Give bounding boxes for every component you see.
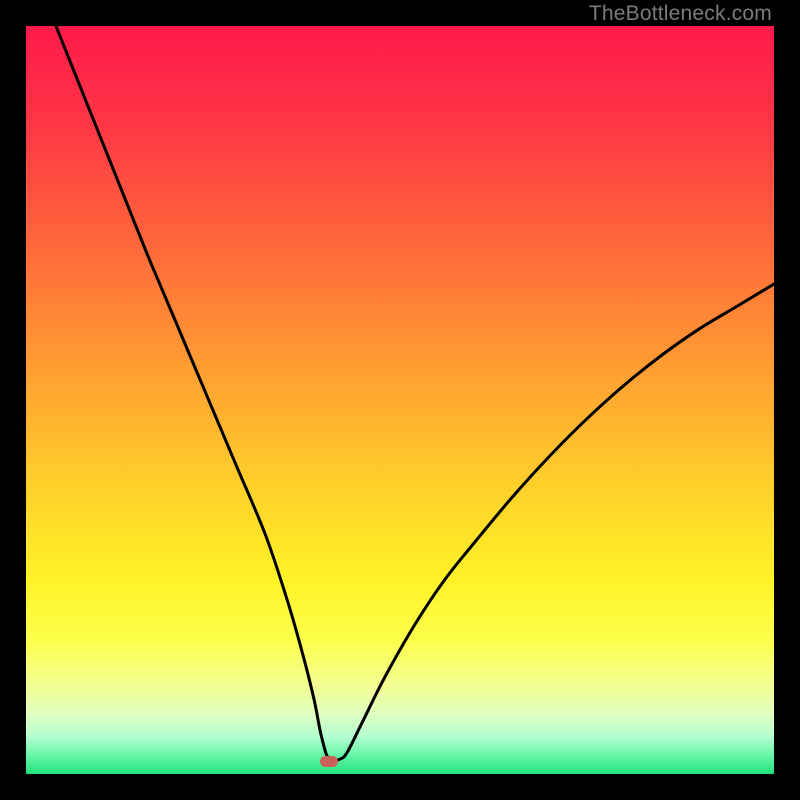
- bottleneck-curve: [26, 26, 774, 774]
- plot-area: [26, 26, 774, 774]
- chart-frame: TheBottleneck.com: [0, 0, 800, 800]
- optimal-point-marker: [320, 756, 338, 767]
- watermark-text: TheBottleneck.com: [589, 2, 772, 26]
